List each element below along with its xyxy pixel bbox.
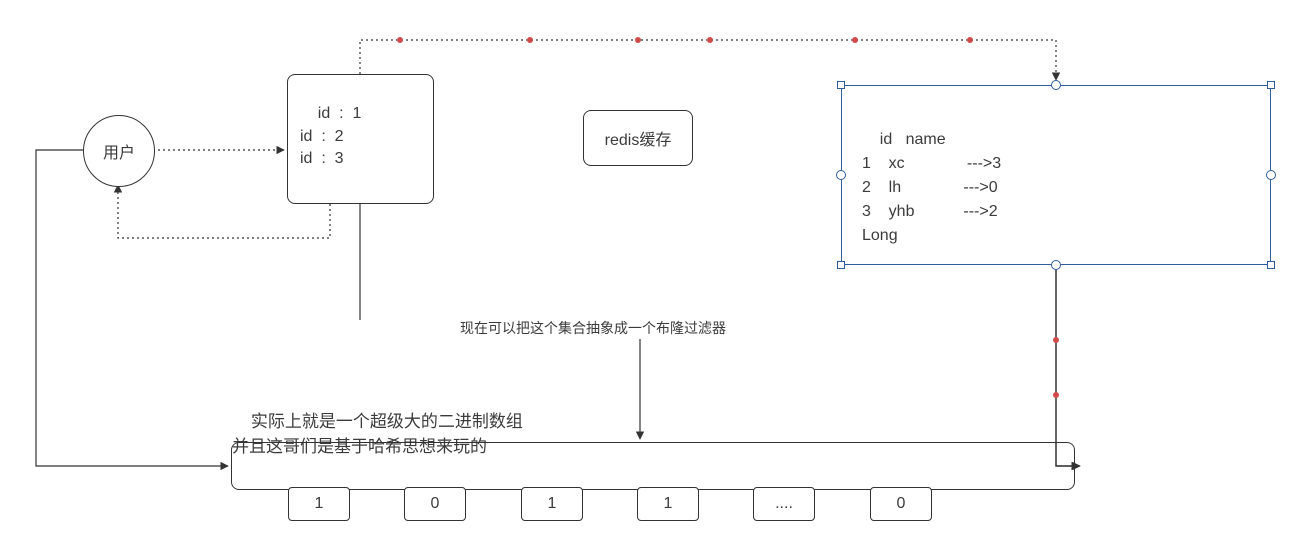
bit-cell-4: .... xyxy=(753,487,815,521)
bit-array-box xyxy=(231,442,1075,490)
database-table-box[interactable]: id name 1 xc --->3 2 lh --->0 3 yhb --->… xyxy=(841,85,1271,265)
user-label: 用户 xyxy=(103,139,135,163)
bit-cell-0: 1 xyxy=(288,487,350,521)
redis-cache-box: redis缓存 xyxy=(583,110,693,166)
selection-handle-nw[interactable] xyxy=(837,81,845,89)
annotation-abstract-to-bloom: 现在可以把这个集合抽象成一个布隆过滤器 xyxy=(460,318,726,339)
id-list-box: id : 1 id : 2 id : 3 xyxy=(287,74,434,204)
user-node: 用户 xyxy=(83,115,155,187)
bit-cell-3: 1 xyxy=(637,487,699,521)
id-list-text: id : 1 id : 2 id : 3 xyxy=(300,105,361,167)
database-table-text: id name 1 xc --->3 2 lh --->0 3 yhb --->… xyxy=(862,131,1001,244)
redis-label: redis缓存 xyxy=(605,126,672,150)
selection-handle-w[interactable] xyxy=(836,170,846,180)
bit-cell-1: 0 xyxy=(404,487,466,521)
selection-handle-ne[interactable] xyxy=(1267,81,1275,89)
selection-handle-e[interactable] xyxy=(1266,170,1276,180)
selection-handle-se[interactable] xyxy=(1267,261,1275,269)
selection-handle-s[interactable] xyxy=(1051,260,1061,270)
selection-handle-sw[interactable] xyxy=(837,261,845,269)
bit-cell-5: 0 xyxy=(870,487,932,521)
diagram-canvas: 用户 id : 1 id : 2 id : 3 redis缓存 id name … xyxy=(0,0,1302,549)
bit-cell-2: 1 xyxy=(521,487,583,521)
selection-handle-n[interactable] xyxy=(1051,80,1061,90)
